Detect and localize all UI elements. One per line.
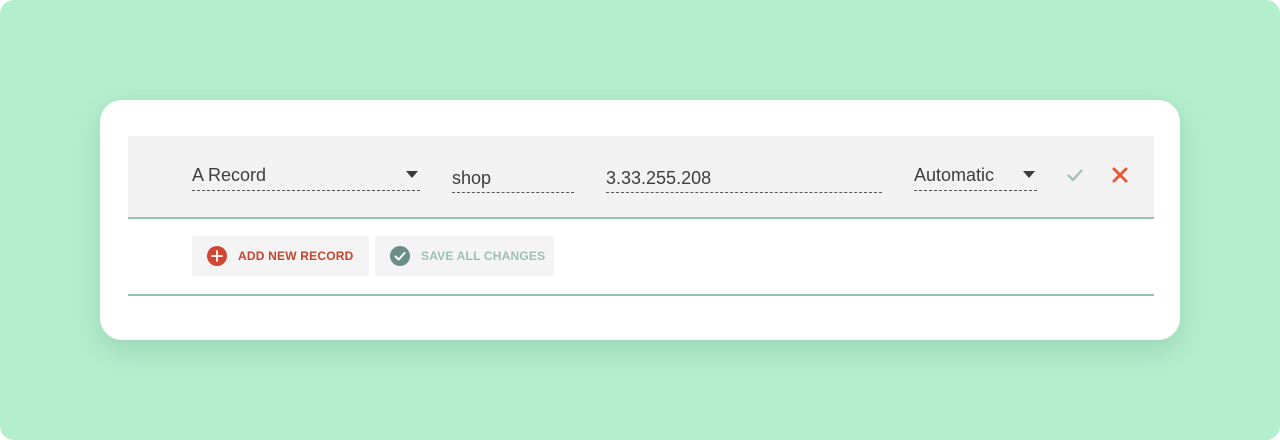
add-new-record-button[interactable]: ADD NEW RECORD xyxy=(192,236,369,276)
ttl-value: Automatic xyxy=(914,165,995,185)
close-icon[interactable] xyxy=(1110,165,1130,185)
save-all-changes-label: SAVE ALL CHANGES xyxy=(421,249,546,263)
plus-circle-icon xyxy=(207,246,227,266)
record-value-input[interactable]: 3.33.255.208 xyxy=(606,166,882,193)
record-type-dropdown[interactable]: A Record xyxy=(192,163,420,191)
record-name-value: shop xyxy=(452,168,492,188)
check-circle-icon xyxy=(390,246,410,266)
dns-record-edit-row: A Record shop 3.33.255.208 Automatic xyxy=(128,136,1154,219)
section-divider xyxy=(128,294,1154,296)
ttl-dropdown[interactable]: Automatic xyxy=(914,163,1037,191)
record-value-text: 3.33.255.208 xyxy=(606,168,712,188)
chevron-down-icon xyxy=(406,171,418,178)
checkmark-icon[interactable] xyxy=(1066,166,1084,184)
chevron-down-icon xyxy=(1023,171,1035,178)
record-name-input[interactable]: shop xyxy=(452,166,574,193)
dns-records-card: A Record shop 3.33.255.208 Automatic ADD… xyxy=(100,100,1180,340)
record-type-value: A Record xyxy=(192,165,267,185)
save-all-changes-button[interactable]: SAVE ALL CHANGES xyxy=(375,236,554,276)
add-new-record-label: ADD NEW RECORD xyxy=(238,249,354,263)
